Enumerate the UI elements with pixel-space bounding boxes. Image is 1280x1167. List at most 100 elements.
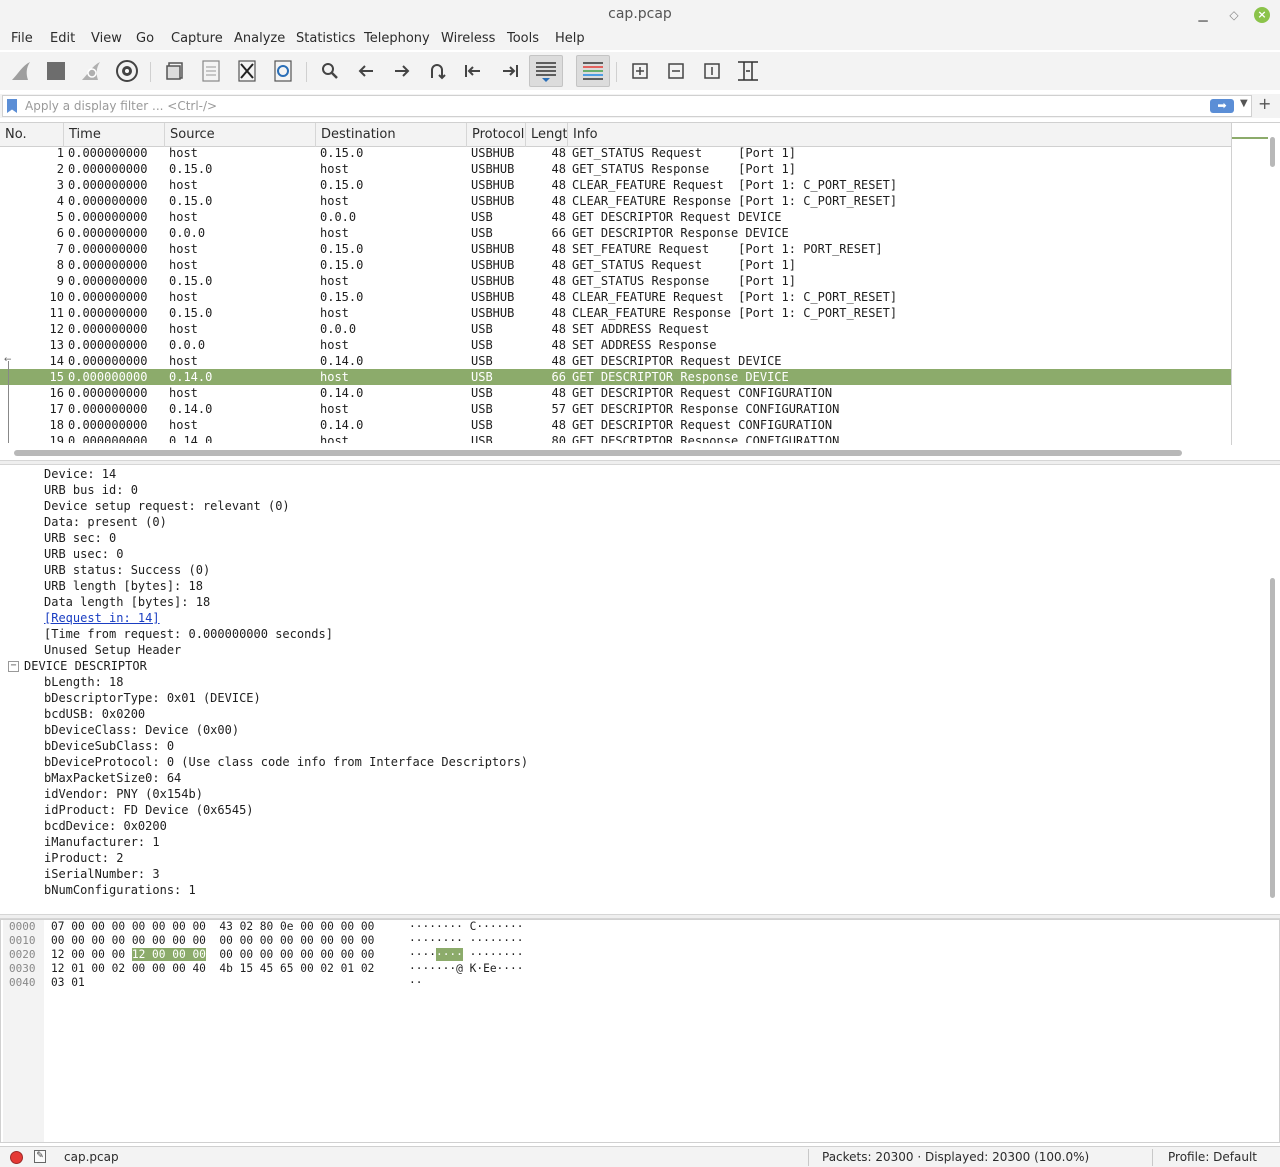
menu-telephony[interactable]: Telephony bbox=[364, 31, 430, 46]
bookmark-icon[interactable] bbox=[7, 99, 17, 113]
bytes-ascii-line[interactable]: ········ C······· bbox=[409, 920, 524, 934]
capture-comment-edit-icon[interactable]: ✎ bbox=[34, 1150, 46, 1163]
detail-field[interactable]: URB bus id: 0 bbox=[44, 482, 138, 498]
go-to-packet-icon[interactable] bbox=[424, 58, 450, 84]
resize-columns-icon[interactable] bbox=[735, 58, 761, 84]
detail-field[interactable]: bNumConfigurations: 1 bbox=[44, 882, 196, 898]
menu-analyze[interactable]: Analyze bbox=[234, 31, 285, 46]
bytes-ascii-line[interactable]: ········ ········ bbox=[409, 934, 524, 948]
back-arrow-icon[interactable] bbox=[353, 58, 379, 84]
detail-field[interactable]: Device setup request: relevant (0) bbox=[44, 498, 290, 514]
close-file-icon[interactable] bbox=[234, 58, 260, 84]
detail-field[interactable]: URB sec: 0 bbox=[44, 530, 116, 546]
column-header-length[interactable]: Lengtl bbox=[526, 123, 568, 147]
detail-field[interactable]: iSerialNumber: 3 bbox=[44, 866, 160, 882]
details-vertical-scrollbar[interactable] bbox=[1270, 578, 1275, 898]
apply-filter-arrow-icon[interactable]: ➡ bbox=[1210, 99, 1234, 113]
forward-arrow-icon[interactable] bbox=[389, 58, 415, 84]
colorize-icon[interactable] bbox=[576, 55, 610, 87]
open-file-icon[interactable] bbox=[162, 58, 188, 84]
column-header-info[interactable]: Info bbox=[568, 123, 1231, 147]
detail-field[interactable]: bMaxPacketSize0: 64 bbox=[44, 770, 181, 786]
detail-field[interactable]: Data length [bytes]: 18 bbox=[44, 594, 210, 610]
detail-field[interactable]: iProduct: 2 bbox=[44, 850, 123, 866]
zoom-out-icon[interactable] bbox=[663, 58, 689, 84]
detail-field[interactable]: URB length [bytes]: 18 bbox=[44, 578, 203, 594]
column-header-protocol[interactable]: Protocol bbox=[467, 123, 526, 147]
packet-row[interactable]: 18 0.000000000 host 0.14.0 USB 48 GET DESCRIPT… bbox=[0, 417, 1231, 433]
zoom-in-icon[interactable] bbox=[627, 58, 653, 84]
normal-size-icon[interactable] bbox=[699, 58, 725, 84]
close-icon[interactable]: × bbox=[1254, 7, 1270, 23]
packet-row[interactable]: 7 0.000000000 host 0.15.0 USBHUB 48 SET_FEATUR… bbox=[0, 241, 1231, 257]
capture-options-gear-icon[interactable] bbox=[114, 58, 140, 84]
detail-field[interactable]: iManufacturer: 1 bbox=[44, 834, 160, 850]
column-header-time[interactable]: Time bbox=[64, 123, 165, 147]
column-header-source[interactable]: Source bbox=[165, 123, 316, 147]
detail-field[interactable]: URB usec: 0 bbox=[44, 546, 123, 562]
save-file-icon[interactable] bbox=[198, 58, 224, 84]
pane-splitter[interactable] bbox=[0, 460, 1280, 465]
detail-field[interactable]: bDescriptorType: 0x01 (DEVICE) bbox=[44, 690, 261, 706]
packet-list-vertical-scrollbar[interactable] bbox=[1270, 137, 1275, 167]
display-filter-input[interactable] bbox=[25, 98, 1195, 114]
detail-field[interactable]: bLength: 18 bbox=[44, 674, 123, 690]
restart-fin-icon[interactable] bbox=[78, 58, 104, 84]
menu-wireless[interactable]: Wireless bbox=[441, 31, 495, 46]
packet-row[interactable]: 16 0.000000000 host 0.14.0 USB 48 GET DESCRIPT… bbox=[0, 385, 1231, 401]
bytes-hex-line[interactable]: 03 01 bbox=[51, 976, 85, 990]
packet-row[interactable]: 8 0.000000000 host 0.15.0 USBHUB 48 GET_STATUS… bbox=[0, 257, 1231, 273]
add-filter-button-plus-icon[interactable]: + bbox=[1258, 94, 1271, 113]
packet-row[interactable]: 10 0.000000000 host 0.15.0 USBHUB 48 CLEAR_FEA… bbox=[0, 289, 1231, 305]
detail-field[interactable]: URB status: Success (0) bbox=[44, 562, 210, 578]
packet-list-horizontal-scrollbar[interactable] bbox=[14, 450, 1182, 456]
detail-field[interactable]: bcdUSB: 0x0200 bbox=[44, 706, 145, 722]
packet-row[interactable]: 12 0.000000000 host 0.0.0 USB 48 SET ADDRESS R… bbox=[0, 321, 1231, 337]
shark-fin-start-icon[interactable] bbox=[8, 58, 34, 84]
stop-square-icon[interactable] bbox=[43, 58, 69, 84]
detail-field[interactable]: bDeviceClass: Device (0x00) bbox=[44, 722, 239, 738]
packet-row[interactable]: 19 0.000000000 0.14.0 host USB 80 GET DESCRIPT… bbox=[0, 433, 1231, 443]
detail-field[interactable]: bDeviceSubClass: 0 bbox=[44, 738, 174, 754]
detail-field[interactable]: idProduct: FD Device (0x6545) bbox=[44, 802, 254, 818]
expert-info-error-icon[interactable] bbox=[10, 1151, 23, 1164]
packet-row[interactable]: 15 0.000000000 0.14.0 host USB 66 GET DESCRIPT… bbox=[0, 369, 1231, 385]
filter-history-chevron-down-icon[interactable]: ▼ bbox=[1240, 98, 1248, 109]
detail-field[interactable]: [Time from request: 0.000000000 seconds] bbox=[44, 626, 333, 642]
tree-section-device-descriptor[interactable]: DEVICE DESCRIPTOR bbox=[24, 658, 147, 674]
menu-edit[interactable]: Edit bbox=[50, 31, 75, 46]
detail-field[interactable]: bcdDevice: 0x0200 bbox=[44, 818, 167, 834]
menu-capture[interactable]: Capture bbox=[171, 31, 223, 46]
bytes-hex-line[interactable]: 07 00 00 00 00 00 00 00 43 02 80 0e 00 0… bbox=[51, 920, 374, 934]
autoscroll-icon[interactable] bbox=[529, 55, 563, 87]
detail-field[interactable]: Unused Setup Header bbox=[44, 642, 181, 658]
minimize-icon[interactable]: ▁ bbox=[1194, 6, 1212, 24]
packet-row[interactable]: 6 0.000000000 0.0.0 host USB 66 GET DESCRIPTOR… bbox=[0, 225, 1231, 241]
column-header-destination[interactable]: Destination bbox=[316, 123, 467, 147]
packet-row[interactable]: 13 0.000000000 0.0.0 host USB 48 SET ADDRESS R… bbox=[0, 337, 1231, 353]
detail-field[interactable]: bDeviceProtocol: 0 (Use class code info … bbox=[44, 754, 528, 770]
menu-tools[interactable]: Tools bbox=[507, 31, 539, 46]
search-icon[interactable] bbox=[317, 58, 343, 84]
packet-row[interactable]: 9 0.000000000 0.15.0 host USBHUB 48 GET_STATUS… bbox=[0, 273, 1231, 289]
packet-row[interactable]: 17 0.000000000 0.14.0 host USB 57 GET DESCRIPT… bbox=[0, 401, 1231, 417]
detail-field[interactable]: Device: 14 bbox=[44, 466, 116, 482]
packet-row[interactable]: 11 0.000000000 0.15.0 host USBHUB 48 CLEAR_FEA… bbox=[0, 305, 1231, 321]
status-profile[interactable]: Profile: Default bbox=[1168, 1150, 1257, 1164]
bytes-ascii-line[interactable]: ·· bbox=[409, 976, 422, 990]
packet-list-minimap[interactable] bbox=[1231, 123, 1268, 445]
request-in-link[interactable]: [Request in: 14] bbox=[44, 610, 160, 626]
collapse-tree-icon[interactable]: − bbox=[8, 661, 19, 672]
packet-row[interactable]: 3 0.000000000 host 0.15.0 USBHUB 48 CLEAR_FEAT… bbox=[0, 177, 1231, 193]
last-packet-icon[interactable] bbox=[497, 58, 523, 84]
bytes-ascii-line[interactable]: ·······@ K·Ee···· bbox=[409, 962, 524, 976]
column-header-no[interactable]: No. bbox=[0, 123, 64, 147]
first-packet-icon[interactable] bbox=[460, 58, 486, 84]
bytes-hex-line[interactable]: 12 00 00 00 12 00 00 00 00 00 00 00 00 0… bbox=[51, 948, 374, 962]
maximize-icon[interactable]: ◇ bbox=[1225, 6, 1243, 24]
bytes-hex-line[interactable]: 00 00 00 00 00 00 00 00 00 00 00 00 00 0… bbox=[51, 934, 374, 948]
detail-field[interactable]: Data: present (0) bbox=[44, 514, 167, 530]
reload-file-icon[interactable] bbox=[270, 58, 296, 84]
packet-row[interactable]: 4 0.000000000 0.15.0 host USBHUB 48 CLEAR_FEAT… bbox=[0, 193, 1231, 209]
menu-statistics[interactable]: Statistics bbox=[296, 31, 355, 46]
